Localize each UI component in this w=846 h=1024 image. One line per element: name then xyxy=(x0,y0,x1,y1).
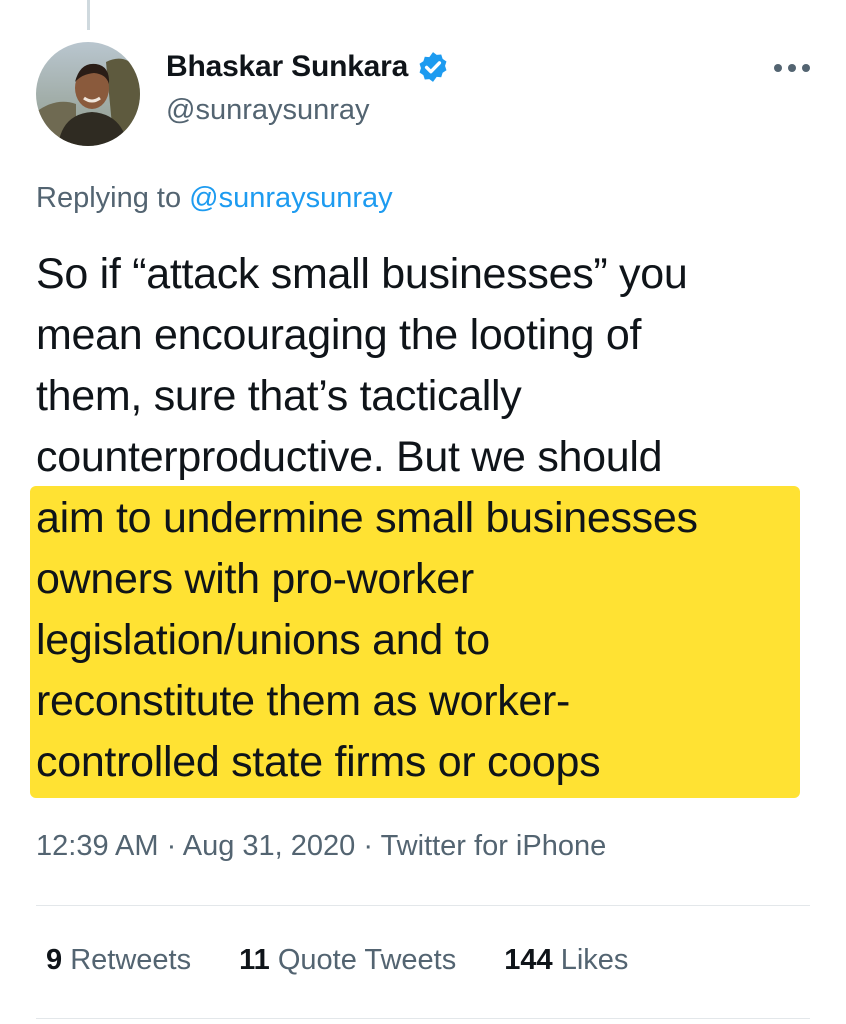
tweet-time[interactable]: 12:39 AM xyxy=(36,830,159,862)
divider xyxy=(36,1018,810,1019)
retweets-count: 9 xyxy=(46,944,63,976)
tweet-date[interactable]: Aug 31, 2020 xyxy=(183,830,356,862)
replying-to-label: Replying to xyxy=(36,182,182,214)
tweet-text-line: So if “attack small businesses” you xyxy=(36,250,688,298)
profile-photo-icon xyxy=(36,42,140,146)
tweet-text: So if “attack small businesses” you mean… xyxy=(36,244,816,793)
divider xyxy=(36,905,810,906)
replying-to: Replying to @sunraysunray xyxy=(36,182,393,215)
engagement-stats: 9 Retweets 11 Quote Tweets 144 Likes xyxy=(46,944,628,977)
tweet-text-line-highlighted: legislation/unions and to xyxy=(36,616,490,664)
tweet-text-line: mean encouraging the looting of xyxy=(36,311,642,359)
tweet-metadata: 12:39 AM · Aug 31, 2020 · Twitter for iP… xyxy=(36,830,606,863)
likes-stat[interactable]: 144 Likes xyxy=(504,944,628,977)
tweet-text-line-highlighted: controlled state firms or coops xyxy=(36,738,601,786)
more-options-button[interactable] xyxy=(768,48,816,88)
author-display-name[interactable]: Bhaskar Sunkara xyxy=(166,50,408,84)
tweet-source[interactable]: Twitter for iPhone xyxy=(381,830,607,862)
thread-connector-line xyxy=(87,0,90,30)
tweet-text-line: counterproductive. But we should xyxy=(36,433,663,481)
likes-label: Likes xyxy=(560,944,629,976)
tweet-text-line-highlighted: reconstitute them as worker- xyxy=(36,677,571,725)
meta-separator: · xyxy=(166,830,177,862)
quote-tweets-count: 11 xyxy=(239,944,270,976)
retweets-stat[interactable]: 9 Retweets xyxy=(46,944,191,977)
tweet-text-line: them, sure that’s tactically xyxy=(36,372,522,420)
quote-tweets-label: Quote Tweets xyxy=(277,944,457,976)
replying-to-mention[interactable]: @sunraysunray xyxy=(189,182,393,214)
more-dots-icon xyxy=(774,64,810,72)
likes-count: 144 xyxy=(504,944,553,976)
tweet-text-line-highlighted: aim to undermine small businesses xyxy=(36,494,698,542)
retweets-label: Retweets xyxy=(70,944,192,976)
avatar[interactable] xyxy=(36,42,140,146)
verified-badge-icon xyxy=(419,52,447,82)
tweet-text-line-highlighted: owners with pro-worker xyxy=(36,555,474,603)
author-name-row: Bhaskar Sunkara xyxy=(166,50,450,84)
meta-separator: · xyxy=(363,830,374,862)
quote-tweets-stat[interactable]: 11 Quote Tweets xyxy=(239,944,456,977)
author-handle[interactable]: @sunraysunray xyxy=(166,94,370,127)
